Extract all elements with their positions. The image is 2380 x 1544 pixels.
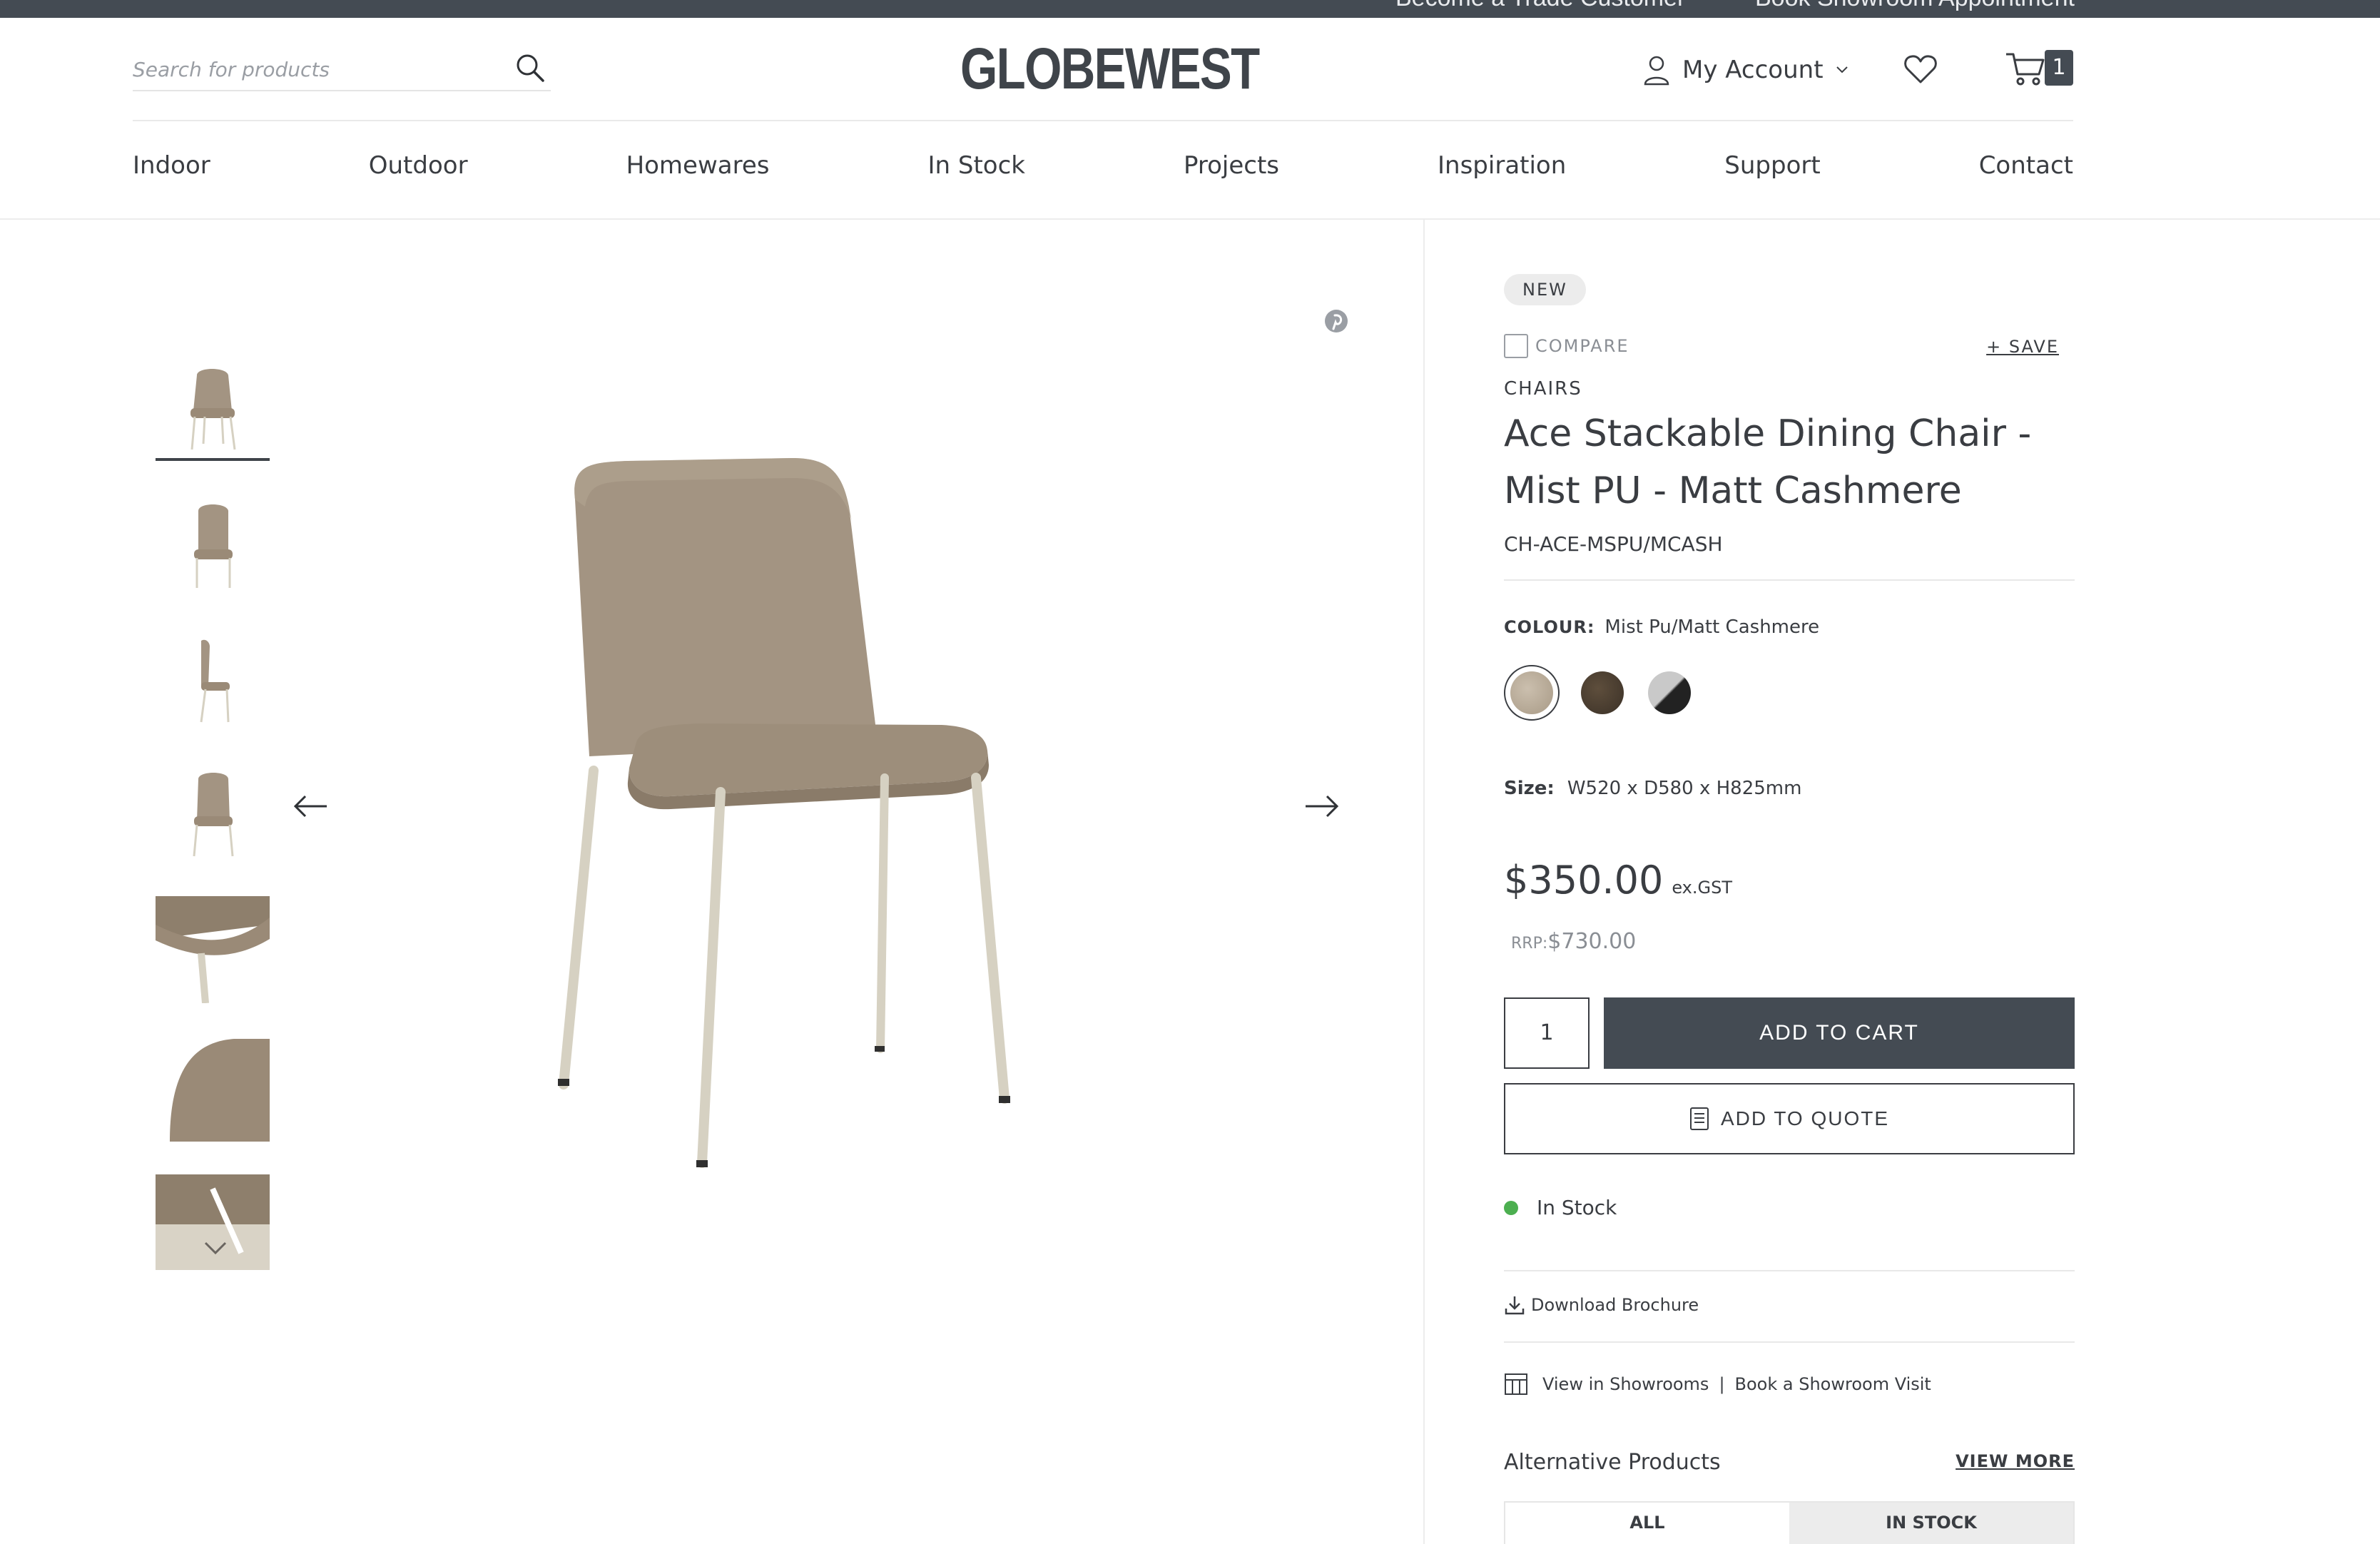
product-title: Ace Stackable Dining Chair - Mist PU - M…	[1504, 412, 2032, 512]
detail-closeup-thumb	[156, 896, 270, 1003]
showroom-icon	[1505, 1373, 1527, 1395]
size-value: W520 x D580 x H825mm	[1567, 778, 1802, 799]
main-nav: Indoor Outdoor Homewares In Stock Projec…	[133, 151, 2073, 187]
divider	[1504, 1270, 2075, 1271]
save-button[interactable]: + SAVE	[1986, 337, 2059, 357]
price-suffix: ex.GST	[1672, 878, 1732, 898]
alternative-products-tabs: ALL IN STOCK	[1504, 1501, 2075, 1544]
colour-label: COLOUR:	[1504, 617, 1595, 637]
stock-indicator-icon	[1504, 1200, 1518, 1215]
price-row: $350.00 ex.GST	[1504, 858, 1732, 903]
chevron-down-icon	[1836, 66, 1848, 73]
nav-item-homewares[interactable]: Homewares	[626, 151, 770, 187]
thumbnail-1[interactable]	[156, 357, 270, 461]
compare-checkbox[interactable]: COMPARE	[1504, 334, 1629, 358]
next-image-arrow-icon[interactable]	[1303, 792, 1343, 821]
nav-item-projects[interactable]: Projects	[1184, 151, 1279, 187]
checkbox-icon[interactable]	[1504, 334, 1528, 358]
nav-item-indoor[interactable]: Indoor	[133, 151, 210, 187]
colour-swatches	[1504, 665, 1691, 721]
nav-divider	[0, 218, 2380, 220]
previous-image-arrow-icon[interactable]	[290, 792, 330, 821]
view-in-showrooms-link[interactable]: View in Showrooms	[1542, 1374, 1709, 1394]
compare-label: COMPARE	[1535, 336, 1629, 356]
thumbnail-6[interactable]	[156, 1036, 270, 1142]
add-to-cart-button[interactable]: ADD TO CART	[1604, 997, 2075, 1069]
search-icon[interactable]	[514, 51, 546, 84]
chair-front-thumb	[194, 504, 233, 588]
download-brochure-link[interactable]: Download Brochure	[1504, 1294, 1699, 1316]
thumbnail-4[interactable]	[156, 761, 270, 865]
cart-icon[interactable]	[2005, 50, 2048, 87]
trade-customer-link[interactable]: Become a Trade Customer	[1395, 0, 1685, 12]
rrp-row: RRP:$730.00	[1511, 929, 1636, 954]
thumbnail-3[interactable]	[156, 626, 270, 731]
thumbnail-2[interactable]	[156, 494, 270, 598]
search-input[interactable]	[133, 53, 489, 86]
book-showroom-link[interactable]: Book Showroom Appointment	[1755, 0, 2075, 12]
my-account-menu[interactable]: My Account	[1642, 50, 1849, 90]
rrp-value: $730.00	[1547, 929, 1637, 954]
tab-in-stock[interactable]: IN STOCK	[1789, 1503, 2073, 1544]
header-divider	[133, 120, 2073, 121]
product-category[interactable]: CHAIRS	[1504, 378, 1582, 400]
chair-front-thumb	[190, 369, 236, 450]
content-divider	[1423, 220, 1425, 1544]
colour-value: Mist Pu/Matt Cashmere	[1605, 616, 1820, 638]
divider	[1504, 579, 2075, 581]
document-icon	[1689, 1107, 1709, 1130]
top-bar: Become a Trade Customer Book Showroom Ap…	[0, 0, 2380, 18]
add-to-quote-label: ADD TO QUOTE	[1720, 1107, 1890, 1129]
swatch-mist-pu[interactable]	[1510, 671, 1553, 714]
stock-status-label: In Stock	[1537, 1196, 1617, 1219]
main-product-image	[558, 458, 1010, 1168]
cart-count-badge[interactable]: 1	[2045, 50, 2073, 86]
nav-item-contact[interactable]: Contact	[1979, 151, 2073, 187]
product-sku: CH-ACE-MSPU/MCASH	[1504, 532, 1723, 556]
my-account-label: My Account	[1682, 56, 1824, 84]
price: $350.00	[1504, 858, 1664, 903]
size-row: Size: W520 x D580 x H825mm	[1504, 778, 1801, 799]
quantity-input[interactable]: 1	[1504, 997, 1590, 1069]
alternative-products-title: Alternative Products	[1504, 1450, 1721, 1475]
brand-logo[interactable]: GLOBEWEST	[960, 37, 1260, 101]
backrest-closeup-thumb	[170, 1039, 270, 1142]
search-bar	[133, 44, 551, 91]
user-icon	[1644, 56, 1669, 86]
chair-side-thumb	[200, 639, 230, 723]
download-icon	[1505, 1296, 1525, 1315]
add-to-quote-button[interactable]: ADD TO QUOTE	[1504, 1083, 2075, 1154]
download-brochure-label: Download Brochure	[1531, 1295, 1699, 1315]
view-more-link[interactable]: VIEW MORE	[1956, 1451, 2075, 1471]
swatch-dark[interactable]	[1581, 671, 1624, 714]
swatch-grey-black[interactable]	[1648, 671, 1691, 714]
chair-back-thumb	[193, 773, 234, 857]
size-label: Size:	[1504, 778, 1555, 799]
thumbnail-7[interactable]	[156, 1174, 270, 1270]
divider	[1504, 1341, 2075, 1343]
thumbnail-5[interactable]	[156, 896, 270, 1003]
frame-closeup-thumb	[156, 1174, 270, 1270]
stock-status: In Stock	[1504, 1196, 1617, 1219]
separator: |	[1719, 1374, 1725, 1394]
colour-row: COLOUR: Mist Pu/Matt Cashmere	[1504, 616, 1819, 638]
nav-item-inspiration[interactable]: Inspiration	[1438, 151, 1566, 187]
nav-item-support[interactable]: Support	[1724, 151, 1820, 187]
pinterest-icon[interactable]	[1324, 309, 1348, 333]
heart-icon[interactable]	[1903, 53, 1938, 86]
rrp-label: RRP:	[1511, 935, 1548, 953]
tab-all[interactable]: ALL	[1505, 1503, 1789, 1544]
nav-item-outdoor[interactable]: Outdoor	[369, 151, 468, 187]
swatch-selected[interactable]	[1504, 665, 1560, 721]
book-showroom-visit-link[interactable]: Book a Showroom Visit	[1735, 1374, 1931, 1394]
showroom-row: View in Showrooms | Book a Showroom Visi…	[1504, 1373, 1931, 1396]
nav-item-in-stock[interactable]: In Stock	[927, 151, 1024, 187]
new-badge: NEW	[1504, 274, 1586, 305]
